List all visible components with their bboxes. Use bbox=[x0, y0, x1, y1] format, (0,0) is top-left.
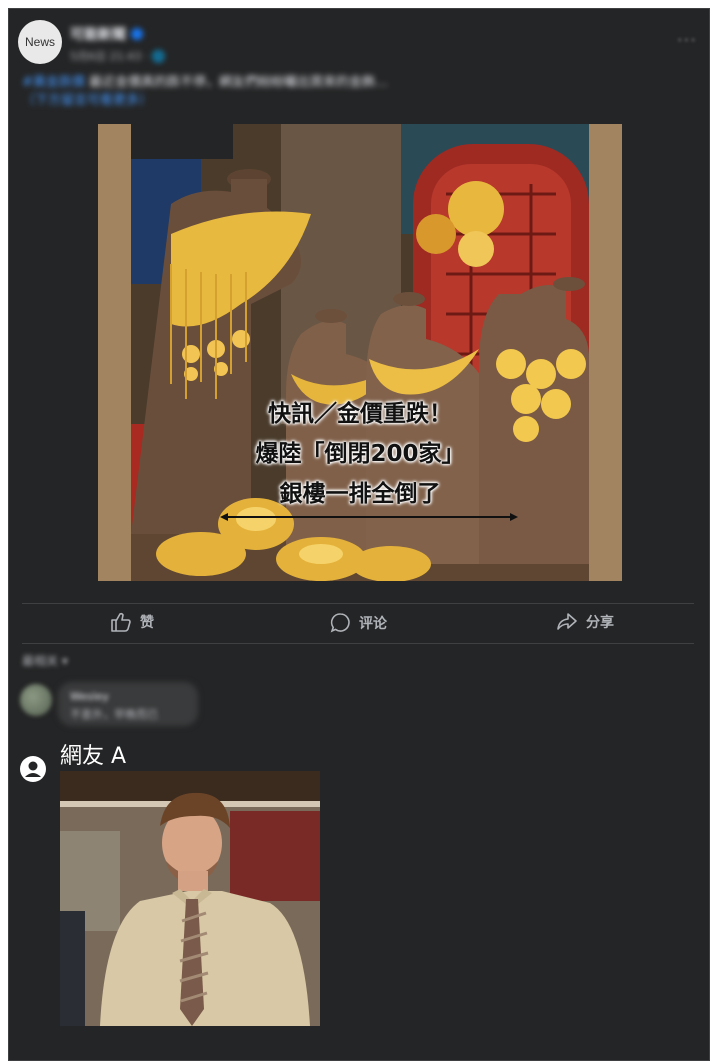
caption-line-2: 爆陸「倒閉200家」 bbox=[255, 441, 465, 467]
like-button[interactable]: 赞 bbox=[110, 612, 154, 632]
comment-sort[interactable]: 最相关 ▾ bbox=[22, 652, 68, 669]
divider-top bbox=[22, 603, 694, 604]
like-label: 赞 bbox=[140, 615, 154, 631]
hashtag-link[interactable]: #黃金跌價 bbox=[22, 75, 85, 90]
caption-line-3: 銀樓一排全倒了 bbox=[279, 481, 441, 507]
comment-icon bbox=[330, 613, 350, 633]
post-text: #黃金跌價 最近金價真的跌不停，網友們紛紛曬出買來的金飾… （下方留言可看更多） bbox=[22, 74, 662, 110]
meme-photo bbox=[60, 771, 320, 1026]
caption-line-1: 快訊／金價重跌！ bbox=[268, 401, 452, 427]
verified-icon bbox=[131, 28, 143, 40]
thumbs-up-icon bbox=[111, 612, 131, 632]
blurred-comment-text: 不意外，早晚而已 bbox=[70, 708, 158, 721]
page-avatar[interactable]: News bbox=[18, 20, 62, 64]
blurred-commenter-avatar[interactable] bbox=[20, 684, 52, 716]
double-arrow bbox=[224, 516, 514, 518]
share-label: 分享 bbox=[586, 615, 614, 631]
post-meta[interactable]: 5月6日 21:43 · 🌐 bbox=[70, 48, 165, 64]
comment-meme-image[interactable] bbox=[60, 771, 320, 1026]
comment-button[interactable]: 评论 bbox=[330, 612, 387, 633]
share-button[interactable]: 分享 bbox=[556, 612, 614, 632]
avatar-label: News bbox=[24, 35, 55, 49]
blurred-commenter-name[interactable]: Wesley bbox=[70, 690, 109, 703]
more-options-button[interactable]: ··· bbox=[677, 30, 697, 51]
post-link[interactable]: （下方留言可看更多） bbox=[22, 93, 152, 108]
author-name-row[interactable]: 可能新聞 bbox=[70, 24, 165, 44]
author-name[interactable]: 可能新聞 bbox=[70, 24, 126, 44]
share-icon bbox=[557, 613, 577, 630]
user-avatar-icon[interactable] bbox=[20, 756, 46, 782]
comment-label: 评论 bbox=[359, 615, 387, 632]
post-image[interactable]: 快訊／金價重跌！ 爆陸「倒閉200家」 銀樓一排全倒了 bbox=[98, 124, 622, 581]
post-header: 可能新聞 5月6日 21:43 · 🌐 bbox=[70, 24, 165, 64]
post-body: 最近金價真的跌不停，網友們紛紛曬出買來的金飾… bbox=[84, 75, 389, 90]
divider-bottom bbox=[22, 643, 694, 644]
arrow-left-head bbox=[220, 513, 228, 521]
arrow-right-head bbox=[510, 513, 518, 521]
image-caption: 快訊／金價重跌！ 爆陸「倒閉200家」 銀樓一排全倒了 bbox=[98, 124, 622, 581]
commenter-name[interactable]: 網友 A bbox=[60, 738, 126, 770]
